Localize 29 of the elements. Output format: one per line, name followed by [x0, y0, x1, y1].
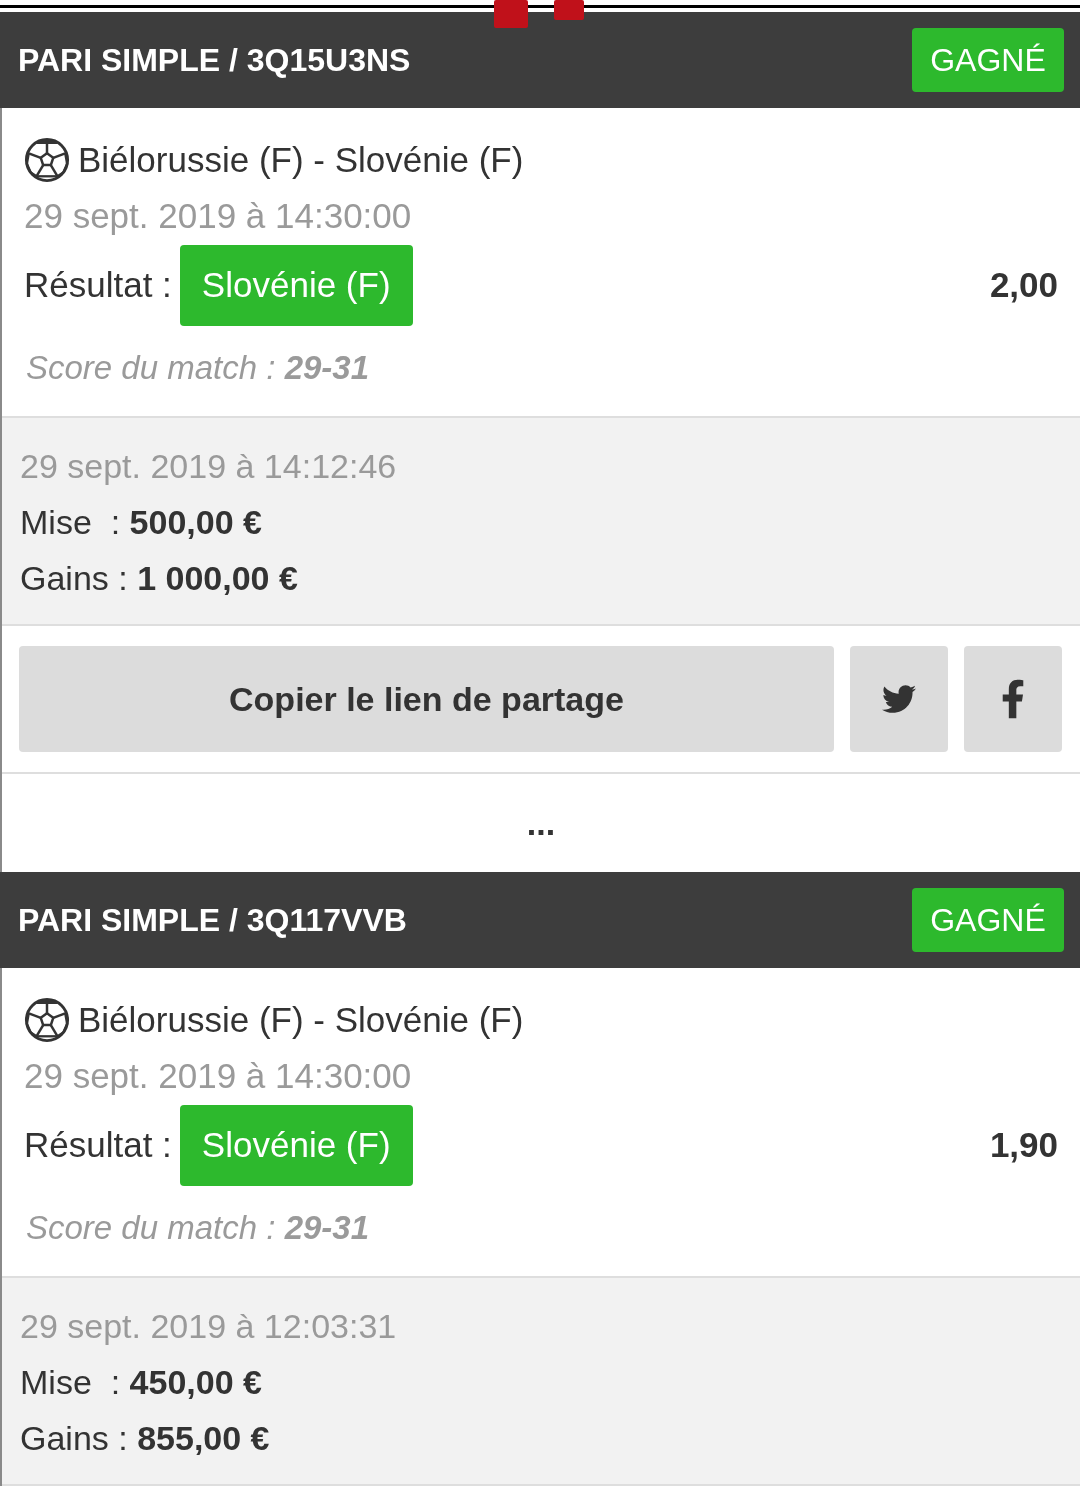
bet-title: PARI SIMPLE / 3Q15U3NS	[18, 41, 411, 80]
status-badge: GAGNÉ	[912, 28, 1064, 92]
soccer-ball-icon	[24, 997, 70, 1043]
result-label: Résultat :	[24, 1124, 172, 1167]
bet-placed-date: 29 sept. 2019 à 12:03:31	[20, 1305, 397, 1347]
event-date: 29 sept. 2019 à 14:30:00	[24, 194, 412, 237]
result-label: Résultat :	[24, 264, 172, 307]
stake-line: Mise : 500,00 €	[20, 501, 262, 543]
match-score: Score du match : 29-31	[26, 348, 370, 389]
odds-value: 1,90	[989, 1124, 1058, 1167]
result-badge: Slovénie (F)	[179, 1105, 413, 1186]
result-badge: Slovénie (F)	[179, 245, 413, 326]
odds-value: 2,00	[989, 264, 1058, 307]
winnings-line: Gains : 1 000,00 €	[20, 557, 298, 599]
event-name: Biélorussie (F) - Slovénie (F)	[78, 138, 524, 181]
match-score: Score du match : 29-31	[26, 1208, 370, 1249]
bet-placed-date: 29 sept. 2019 à 14:12:46	[20, 445, 397, 487]
event-date: 29 sept. 2019 à 14:30:00	[24, 1054, 412, 1097]
facebook-icon	[1001, 678, 1025, 720]
more-ellipsis[interactable]: ...	[526, 797, 556, 849]
bet-title: PARI SIMPLE / 3Q117VVB	[18, 901, 407, 940]
status-badge: GAGNÉ	[912, 888, 1064, 952]
facebook-share-button[interactable]	[964, 646, 1062, 752]
soccer-ball-icon	[24, 137, 70, 183]
copy-link-button[interactable]: Copier le lien de partage	[19, 646, 834, 752]
twitter-share-button[interactable]	[850, 646, 948, 752]
stake-line: Mise : 450,00 €	[20, 1361, 262, 1403]
event-name: Biélorussie (F) - Slovénie (F)	[78, 998, 524, 1041]
winnings-line: Gains : 855,00 €	[20, 1417, 270, 1459]
